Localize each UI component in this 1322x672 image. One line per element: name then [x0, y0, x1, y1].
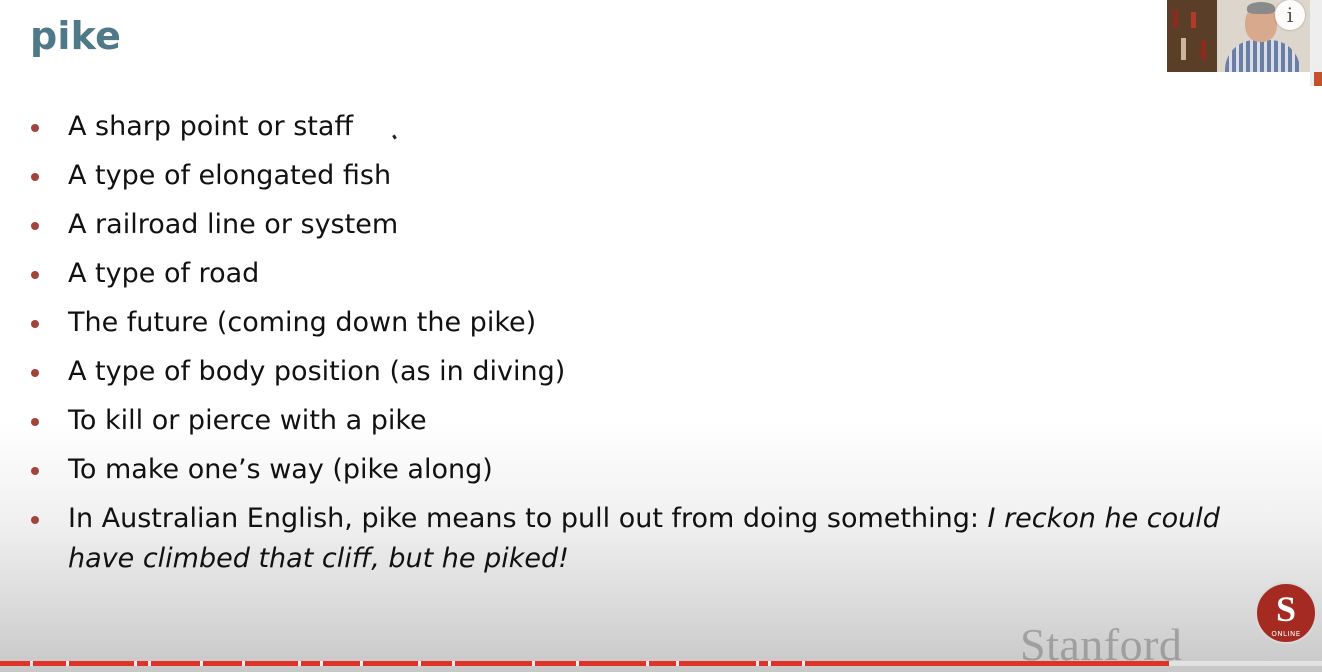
bullet-dot: [31, 369, 39, 377]
chapter-marker: [646, 661, 649, 666]
bullet-dot: [31, 516, 39, 524]
chapter-marker: [200, 661, 203, 666]
bullet-dot: [31, 271, 39, 279]
bullet-text: In Australian English, pike means to pul…: [68, 503, 988, 534]
chapter-marker: [360, 661, 363, 666]
list-item: A type of road: [0, 254, 1260, 303]
bullet-dot: [31, 173, 39, 181]
video-progress-bar[interactable]: [0, 661, 1322, 666]
chapter-marker: [30, 661, 33, 666]
bullet-text: A type of elongated fish: [68, 160, 392, 191]
progress-played: [0, 661, 1169, 666]
slide-title: pike: [30, 14, 122, 58]
bullet-text: A railroad line or system: [68, 209, 399, 240]
list-item: The future (coming down the pike): [0, 303, 1260, 352]
seal-caption: ONLINE: [1271, 630, 1301, 638]
list-item: In Australian English, pike means to pul…: [0, 499, 1260, 579]
chapter-marker: [676, 661, 679, 666]
bullet-dot: [31, 320, 39, 328]
list-item: To kill or pierce with a pike: [0, 401, 1260, 450]
bullet-text: A sharp point or staff: [68, 111, 354, 142]
bullet-text: A type of body position (as in diving): [68, 356, 566, 387]
seal-letter: S: [1275, 589, 1297, 629]
bullet-dot: [31, 124, 39, 132]
bullet-list: A sharp point or staff A type of elongat…: [0, 107, 1260, 579]
book: [1173, 10, 1178, 28]
book: [1191, 12, 1196, 28]
presenter-hair: [1247, 2, 1275, 14]
bullet-dot: [31, 418, 39, 426]
bullet-dot: [31, 467, 39, 475]
chapter-marker: [418, 661, 421, 666]
bullet-text: To kill or pierce with a pike: [68, 405, 427, 436]
info-icon[interactable]: i: [1275, 0, 1305, 30]
chapter-marker: [242, 661, 245, 666]
list-item: A railroad line or system: [0, 205, 1260, 254]
bullet-text: The future (coming down the pike): [68, 307, 537, 338]
chapter-marker: [576, 661, 579, 666]
chapter-marker: [802, 661, 805, 666]
list-item: A sharp point or staff: [0, 107, 1260, 156]
webcam-border-accent: [1314, 72, 1322, 86]
bullet-text: To make one’s way (pike along): [68, 454, 493, 485]
chapter-marker: [756, 661, 759, 666]
list-item: To make one’s way (pike along): [0, 450, 1260, 499]
list-item: A type of body position (as in diving): [0, 352, 1260, 401]
video-frame[interactable]: pike A sharp point or staff A type of el…: [0, 0, 1322, 672]
chapter-marker: [452, 661, 455, 666]
chapter-marker: [320, 661, 323, 666]
bullet-text: A type of road: [68, 258, 260, 289]
bullet-dot: [31, 222, 39, 230]
book: [1181, 38, 1186, 60]
chapter-marker: [134, 661, 137, 666]
chapter-marker: [532, 661, 535, 666]
chapter-marker: [298, 661, 301, 666]
chapter-marker: [768, 661, 771, 666]
presenter-body: [1225, 40, 1300, 72]
book: [1201, 40, 1206, 60]
chapter-marker: [148, 661, 151, 666]
list-item: A type of elongated fish: [0, 156, 1260, 205]
chapter-marker: [66, 661, 69, 666]
stanford-online-logo[interactable]: S ONLINE: [1255, 582, 1317, 644]
